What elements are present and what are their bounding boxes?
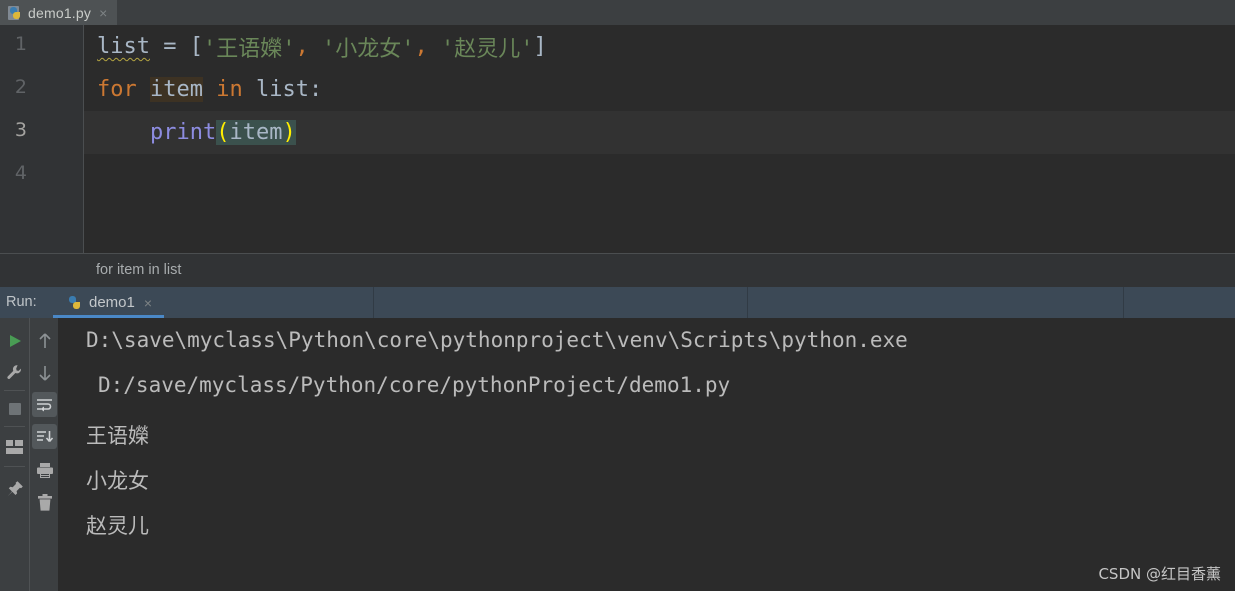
line-number-1: 1 [14,33,27,55]
token-close-bracket: ] [533,34,547,59]
toolbar-divider-1 [4,390,25,391]
clear-button[interactable] [32,490,57,515]
stop-button[interactable] [2,396,27,421]
line-number-2: 2 [14,76,27,98]
token-space-1 [309,34,322,59]
console-line-3: 王语嬫 [86,424,149,448]
token-list-ref: list [255,77,309,102]
token-string-2: '小龙女' [321,36,415,62]
console-line-2: D:/save/myclass/Python/core/pythonProjec… [98,373,731,397]
console-line-4: 小龙女 [86,469,149,493]
breadcrumb-bar: for item in list [0,254,1235,287]
watermark: CSDN @红目香薰 [1098,565,1221,583]
python-file-icon [8,5,22,20]
ide-window: demo1.py × 1 2 3 4 list = ['王语嬫', '小龙女',… [0,0,1235,591]
token-print-function: print [149,120,217,145]
line-number-3: 3 [14,119,27,141]
layout-icon [6,439,23,454]
token-close-paren: ) [282,120,296,145]
python-run-icon [68,295,82,310]
code-line-1[interactable]: list = ['王语嬫', '小龙女', '赵灵儿'] [85,25,1235,68]
run-toolbar-right [29,318,58,591]
header-separator-3 [1123,287,1124,318]
console-output[interactable]: D:\save\myclass\Python\core\pythonprojec… [68,318,1235,591]
layout-button[interactable] [2,434,27,459]
run-toolbar-left [0,318,29,591]
token-list-identifier: list [97,34,150,59]
close-icon[interactable]: × [99,6,107,20]
editor-tab-label: demo1.py [28,4,92,21]
up-button[interactable] [32,328,57,353]
run-console-area: D:\save\myclass\Python\core\pythonprojec… [0,318,1235,591]
token-space-2 [428,34,441,59]
code-content[interactable]: list = ['王语嬫', '小龙女', '赵灵儿'] for item in… [85,25,1235,254]
code-line-4[interactable] [85,154,1235,197]
run-panel-header: Run: demo1 × [0,287,1235,318]
breadcrumb[interactable]: for item in list [96,262,181,278]
down-button[interactable] [32,360,57,385]
run-label: Run: [6,294,37,310]
token-string-1: '王语嬫' [202,36,296,62]
token-open-bracket: [ [189,34,203,59]
printer-icon [36,463,53,478]
code-editor[interactable]: 1 2 3 4 list = ['王语嬫', '小龙女', '赵灵儿'] for… [0,25,1235,254]
token-item-identifier: item [150,77,203,102]
token-equals: = [149,34,190,59]
editor-gutter[interactable]: 1 2 3 4 [0,25,84,254]
console-line-1: D:\save\myclass\Python\core\pythonprojec… [86,328,908,352]
toolbar-divider-2 [4,426,25,427]
editor-tab-demo1py[interactable]: demo1.py × [0,0,118,25]
arrow-up-icon [38,332,51,348]
header-separator-2 [747,287,748,318]
rerun-button[interactable] [2,328,27,353]
pin-icon [6,480,23,496]
toolbar-divider-3 [4,466,25,467]
token-space-3 [137,77,150,102]
pin-button[interactable] [2,476,27,501]
token-item-argument: item [229,120,283,145]
line-number-4: 4 [14,162,27,184]
token-space-4 [203,77,216,102]
run-tab-label: demo1 [89,294,135,311]
run-tab-close-icon[interactable]: × [144,296,152,310]
code-line-2[interactable]: for item in list: [85,68,1235,111]
run-tab-demo1[interactable]: demo1 × [60,287,160,318]
soft-wrap-button[interactable] [32,392,57,417]
token-open-paren: ( [216,120,230,145]
token-string-3: '赵灵儿' [440,36,534,62]
stop-square-icon [8,402,21,415]
code-line-3[interactable]: print(item) [85,111,1235,154]
token-in-keyword: in [216,77,243,102]
token-comma-2: , [414,34,428,59]
print-button[interactable] [32,458,57,483]
trash-icon [37,493,52,511]
token-space-5 [243,77,256,102]
soft-wrap-icon [37,398,52,411]
header-separator-1 [373,287,374,318]
console-line-5: 赵灵儿 [86,514,149,538]
token-comma-1: , [295,34,309,59]
scroll-to-end-button[interactable] [32,424,57,449]
arrow-down-icon [38,365,51,381]
editor-tab-bar: demo1.py × [0,0,1235,25]
token-colon: : [308,77,323,102]
scroll-to-end-icon [37,430,53,442]
settings-button[interactable] [2,360,27,385]
wrench-icon [7,365,21,379]
token-for-keyword: for [97,77,137,102]
